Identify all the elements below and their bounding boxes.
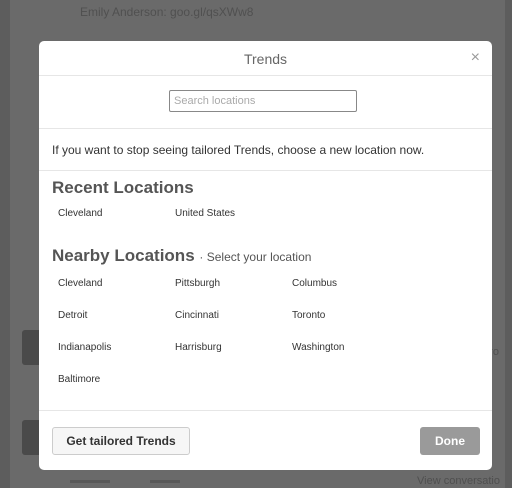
nearby-location-item[interactable]: Columbus [292,279,409,311]
background-line [70,480,110,483]
background-line [150,480,180,483]
done-button[interactable]: Done [420,427,480,455]
dialog-footer: Get tailored Trends Done [39,410,492,470]
nearby-location-item[interactable]: Pittsburgh [175,279,292,311]
nearby-locations-heading: Nearby Locations · Select your location [52,246,311,266]
nearby-location-item[interactable]: Detroit [58,311,175,343]
recent-locations-list: Cleveland United States [58,209,409,241]
nearby-location-item[interactable]: Washington [292,343,409,375]
recent-location-item[interactable]: Cleveland [58,209,175,241]
info-text: If you want to stop seeing tailored Tren… [52,143,425,157]
nearby-location-item[interactable]: Cincinnati [175,311,292,343]
nearby-location-item[interactable]: Indianapolis [58,343,175,375]
dialog-title: Trends [243,51,288,67]
background-view-conversation-link: View conversatio [417,475,500,487]
search-locations-input[interactable] [169,90,357,112]
recent-locations-heading: Recent Locations [52,178,194,197]
nearby-location-item[interactable]: Cleveland [58,279,175,311]
trends-dialog: Trends × If you want to stop seeing tail… [39,41,492,470]
dialog-header: Trends × [39,41,492,76]
nearby-locations-subtitle: · Select your location [199,250,312,264]
nearby-location-item[interactable]: Baltimore [58,375,175,407]
recent-location-item[interactable]: United States [175,209,292,241]
nearby-locations-title: Nearby Locations [52,246,195,265]
close-icon[interactable]: × [471,50,480,66]
info-row: If you want to stop seeing tailored Tren… [39,129,492,171]
search-row [39,76,492,129]
background-tweet-text: Emily Anderson: goo.gl/qsXWw8 [80,5,254,19]
nearby-location-item[interactable]: Toronto [292,311,409,343]
get-tailored-trends-button[interactable]: Get tailored Trends [52,427,190,455]
nearby-location-item[interactable]: Harrisburg [175,343,292,375]
nearby-locations-list: Cleveland Pittsburgh Columbus Detroit Ci… [58,279,409,407]
